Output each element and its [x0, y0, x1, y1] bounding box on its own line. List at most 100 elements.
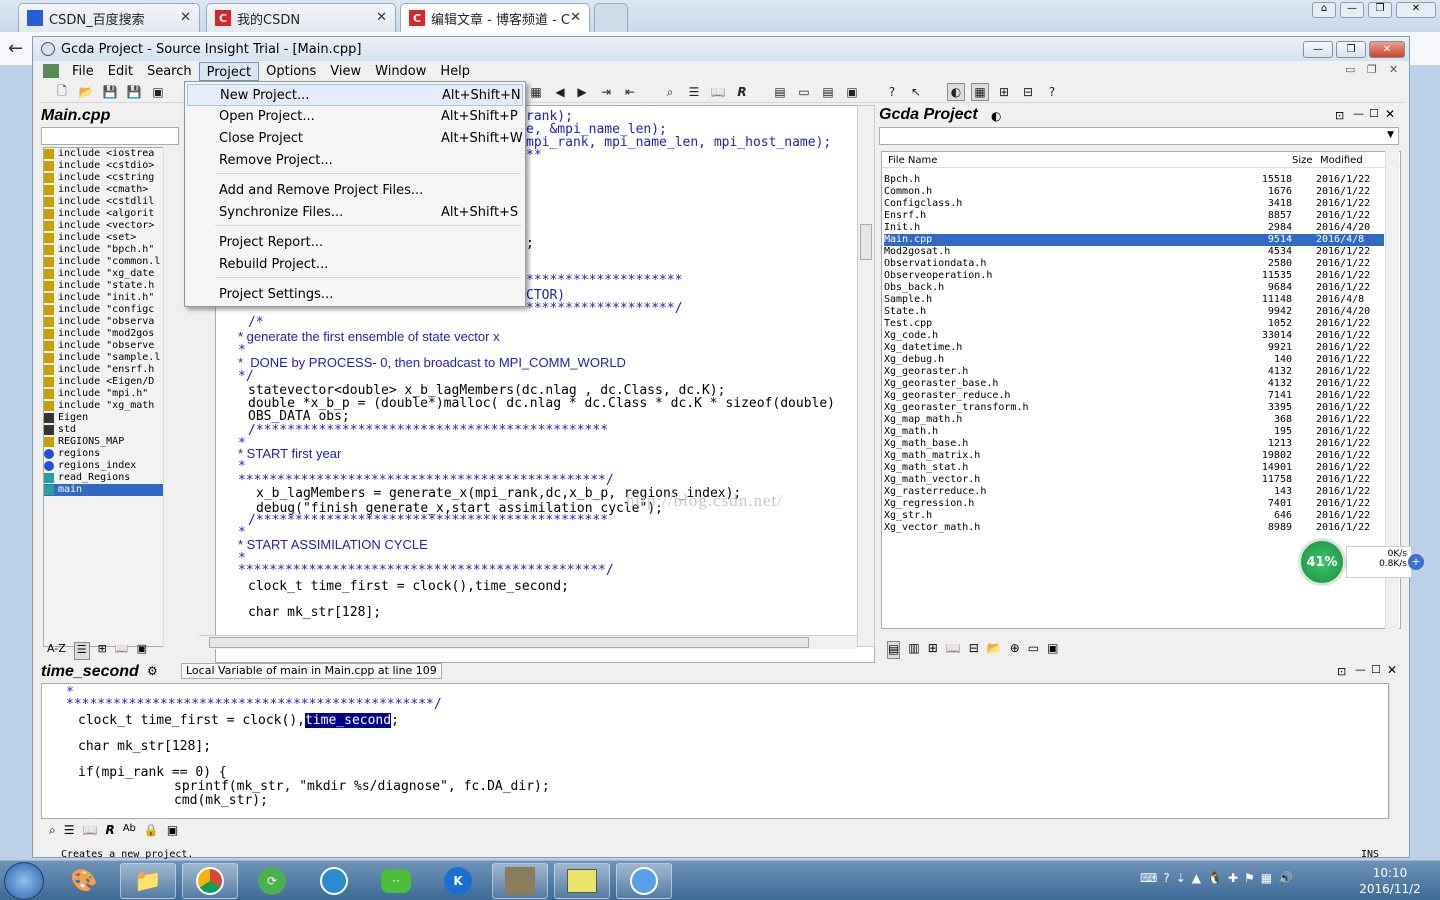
- wechat-app-icon[interactable]: ··: [368, 863, 424, 899]
- volume-icon[interactable]: 🔊: [1278, 871, 1293, 891]
- symbol-item[interactable]: std: [44, 424, 168, 436]
- network-percent[interactable]: 41%: [1298, 538, 1346, 586]
- close-icon[interactable]: ✕: [1387, 663, 1397, 677]
- close-icon[interactable]: ✕: [1369, 41, 1405, 58]
- menu-edit[interactable]: Edit: [101, 62, 140, 81]
- ime-icon[interactable]: ✚: [1228, 871, 1238, 891]
- symbol-item[interactable]: include "observe: [44, 340, 168, 352]
- editor-vertical-scrollbar[interactable]: [857, 105, 875, 647]
- back-arrow-icon[interactable]: ←: [8, 38, 23, 59]
- help-icon[interactable]: ?: [1163, 871, 1169, 891]
- source-insight-app-icon[interactable]: [554, 863, 610, 899]
- symbol-item[interactable]: include <Eigen/D: [44, 376, 168, 388]
- keyboard-icon[interactable]: ⌨: [1140, 871, 1157, 891]
- symbol-list[interactable]: include <iostrea include <cstdio> include …: [43, 147, 169, 647]
- mdi-minimize-icon[interactable]: ▭: [1345, 63, 1355, 76]
- project-filter-input[interactable]: ▼: [879, 127, 1399, 145]
- file-row[interactable]: Obs_back.h 9684 2016/1/22: [884, 282, 1384, 294]
- browser-tab-active[interactable]: C 编辑文章 - 博客频道 - C ✕: [400, 3, 590, 32]
- print-icon[interactable]: ▣: [149, 83, 167, 101]
- file-row[interactable]: State.h 9942 2016/4/20: [884, 306, 1384, 318]
- context-scrollbar[interactable]: [1389, 683, 1405, 819]
- menu-help[interactable]: Help: [433, 62, 477, 81]
- outdent-icon[interactable]: ⇤: [621, 83, 639, 101]
- sort-az-icon[interactable]: A-Z: [47, 642, 66, 660]
- explorer-app-icon[interactable]: 📁: [120, 863, 176, 899]
- file-row[interactable]: Xg_math_stat.h 14901 2016/1/22: [884, 462, 1384, 474]
- chrome-app-icon[interactable]: [182, 863, 238, 899]
- file-row[interactable]: Xg_debug.h 140 2016/1/22: [884, 354, 1384, 366]
- symbol-item[interactable]: include "sample.l: [44, 352, 168, 364]
- graph-icon[interactable]: ⊟: [1019, 83, 1037, 101]
- restore-icon[interactable]: ❐: [1368, 2, 1392, 18]
- file-row[interactable]: Observeoperation.h 11535 2016/1/22: [884, 270, 1384, 282]
- symbol-item[interactable]: include <set>: [44, 232, 168, 244]
- file-row[interactable]: Configclass.h 3418 2016/1/22: [884, 198, 1384, 210]
- file-row[interactable]: Main.cpp 9514 2016/4/8: [884, 234, 1384, 246]
- bookmark-icon[interactable]: ☰: [685, 83, 703, 101]
- scroll-thumb[interactable]: [209, 637, 809, 648]
- qq-icon[interactable]: 🐧: [1207, 871, 1222, 891]
- minimize-icon[interactable]: —: [1340, 2, 1364, 18]
- menu-item[interactable]: Project Report...: [187, 232, 523, 254]
- category-icon[interactable]: ⊞: [98, 642, 107, 660]
- mdi-restore-icon[interactable]: ❐: [1367, 63, 1377, 76]
- header-size[interactable]: Size: [1292, 155, 1313, 166]
- symbol-item[interactable]: include "configc: [44, 304, 168, 316]
- lookup-icon[interactable]: ⌕: [49, 823, 56, 841]
- symbol-item[interactable]: include "mpi.h": [44, 388, 168, 400]
- file-row[interactable]: Xg_math_vector.h 11758 2016/1/22: [884, 474, 1384, 486]
- forward-icon[interactable]: ▶: [573, 83, 591, 101]
- symbol-item[interactable]: include <cstring: [44, 172, 168, 184]
- layout-icon[interactable]: ▭: [795, 83, 813, 101]
- minimize-icon[interactable]: —: [1355, 663, 1366, 676]
- context-window-icon[interactable]: ▦: [971, 83, 989, 101]
- layout-icon[interactable]: ▤: [819, 83, 837, 101]
- start-button[interactable]: [4, 862, 44, 900]
- menu-item[interactable]: Rebuild Project...: [187, 254, 523, 276]
- file-row[interactable]: Ensrf.h 8857 2016/1/22: [884, 210, 1384, 222]
- file-row[interactable]: Xg_code.h 33014 2016/1/22: [884, 330, 1384, 342]
- menu-item[interactable]: Close Project Alt+Shift+W: [187, 128, 523, 150]
- open-folder-icon[interactable]: 📂: [77, 83, 95, 101]
- mdi-close-icon[interactable]: ✕: [1389, 63, 1398, 76]
- file-row[interactable]: Bpch.h 15518 2016/1/22: [884, 174, 1384, 186]
- maximize-icon[interactable]: ☐: [1369, 107, 1379, 120]
- symbol-item[interactable]: REGIONS_MAP: [44, 436, 168, 448]
- tree-icon[interactable]: ⊞: [995, 83, 1013, 101]
- file-row[interactable]: Mod2gosat.h 4534 2016/1/22: [884, 246, 1384, 258]
- menu-options[interactable]: Options: [259, 62, 323, 81]
- book-icon[interactable]: 📖: [946, 641, 961, 659]
- symbols-icon[interactable]: ⊟: [969, 641, 979, 659]
- symbol-item[interactable]: include <vector>: [44, 220, 168, 232]
- folder-icon[interactable]: 📂: [987, 641, 1002, 659]
- symbol-item[interactable]: include "xg_math: [44, 400, 168, 412]
- scroll-thumb[interactable]: [860, 224, 872, 260]
- menu-item[interactable]: Project Settings...: [187, 284, 523, 306]
- file-row[interactable]: Xg_math_matrix.h 19802 2016/1/22: [884, 450, 1384, 462]
- user-icon[interactable]: ⌂: [1312, 2, 1336, 18]
- chevron-down-icon[interactable]: ▼: [1387, 130, 1394, 140]
- menu-item[interactable]: New Project... Alt+Shift+N: [187, 84, 523, 106]
- context-code[interactable]: * ***************************************…: [41, 683, 1389, 819]
- file-row[interactable]: Xg_georaster_reduce.h 7141 2016/1/22: [884, 390, 1384, 402]
- save-icon[interactable]: 💾: [101, 83, 119, 101]
- file-row[interactable]: Xg_regression.h 7401 2016/1/22: [884, 498, 1384, 510]
- symbol-item[interactable]: read_Regions: [44, 472, 168, 484]
- highlighted-symbol[interactable]: time_second: [304, 713, 392, 728]
- close-tab-icon[interactable]: ✕: [180, 10, 191, 25]
- menu-item[interactable]: Open Project... Alt+Shift+P: [187, 106, 523, 128]
- symbol-item[interactable]: include <iostrea: [44, 148, 168, 160]
- report-icon[interactable]: ▭: [1028, 641, 1039, 659]
- category-icon[interactable]: ▥: [908, 641, 919, 659]
- doc-menu-icon[interactable]: [43, 64, 59, 78]
- pin-icon[interactable]: ⊡: [1335, 109, 1344, 122]
- file-row[interactable]: Xg_rasterreduce.h 143 2016/1/22: [884, 486, 1384, 498]
- symbol-item[interactable]: include <cstdio>: [44, 160, 168, 172]
- book-icon[interactable]: 📖: [115, 642, 129, 660]
- settings-icon[interactable]: ▣: [1047, 641, 1058, 659]
- browser-tab[interactable]: C 我的CSDN ✕: [206, 3, 396, 32]
- symbol-item[interactable]: include <algorit: [44, 208, 168, 220]
- file-row[interactable]: Xg_str.h 646 2016/1/22: [884, 510, 1384, 522]
- new-tab-button[interactable]: [594, 3, 628, 32]
